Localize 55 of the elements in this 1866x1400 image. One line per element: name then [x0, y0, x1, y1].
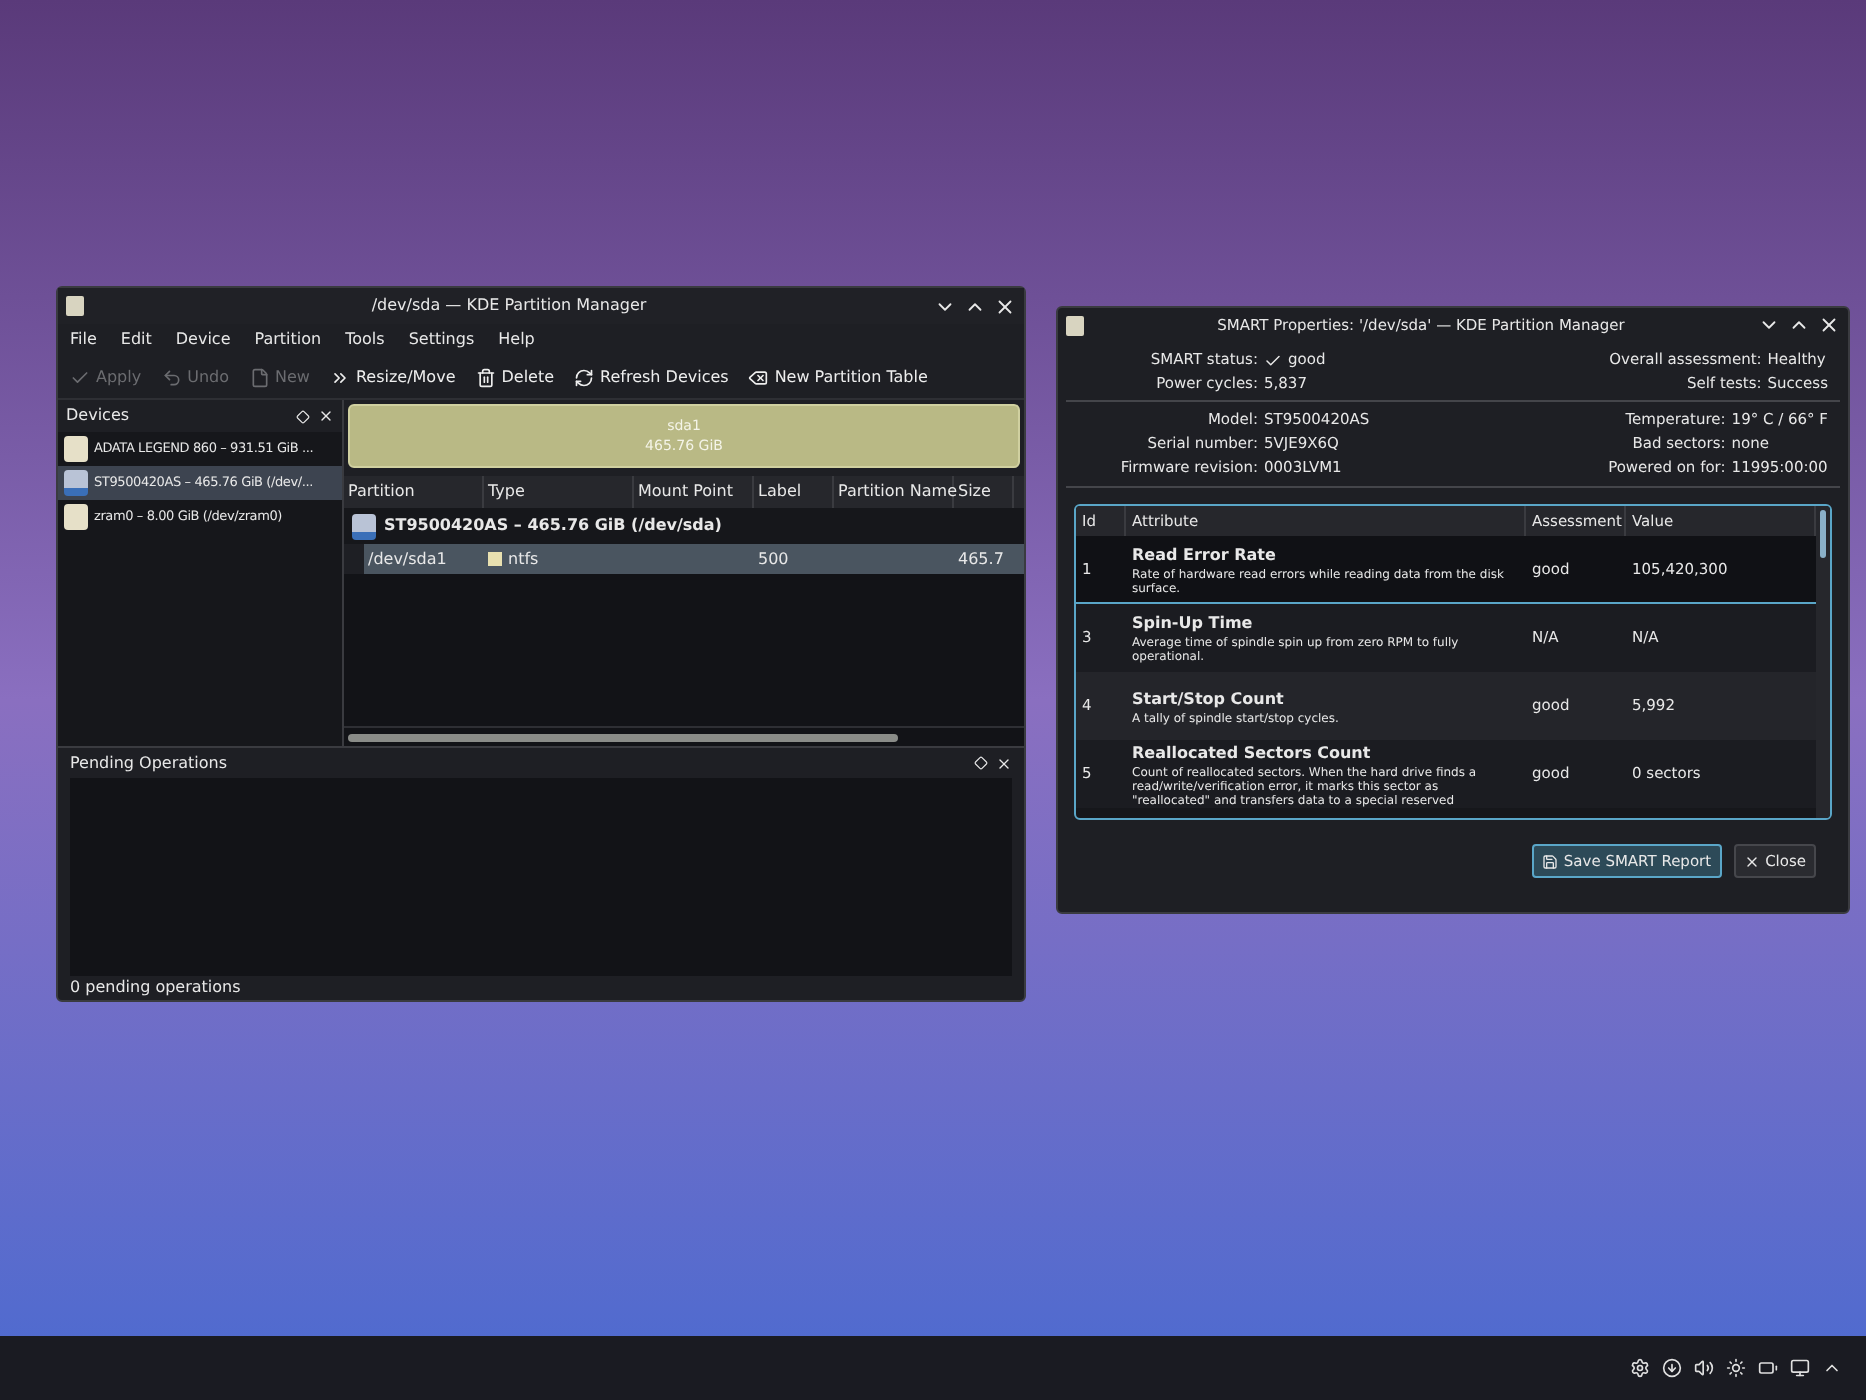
menu-item[interactable]: Settings [408, 328, 475, 352]
attribute-name: Read Error Rate [1132, 543, 1278, 567]
window-title: /dev/sda — KDE Partition Manager [369, 294, 649, 318]
settings-icon[interactable] [1630, 1358, 1650, 1378]
undo-icon [161, 367, 182, 387]
check-icon [1264, 351, 1282, 369]
menu-item[interactable]: Tools [345, 328, 385, 352]
download-icon[interactable] [1662, 1358, 1682, 1378]
display-icon[interactable] [1790, 1358, 1810, 1378]
app-icon [66, 296, 84, 316]
usb-drive-icon [352, 513, 376, 539]
trash-icon [475, 367, 496, 387]
partition-row[interactable]: /dev/sda1 ntfs 500 465.7 [364, 544, 1024, 574]
battery-icon[interactable] [1758, 1358, 1778, 1378]
table-cell-text: /dev/sda1 [366, 547, 449, 571]
toolbar-button[interactable]: Resize/Move [329, 365, 456, 389]
volume-icon[interactable] [1694, 1358, 1714, 1378]
attribute-name: Start/Stop Count [1132, 687, 1286, 711]
panel-title: Devices [66, 404, 132, 428]
refresh-icon [574, 367, 595, 387]
attribute-name: Spin-Up Time [1132, 612, 1255, 636]
table-cell-text: 500 [756, 547, 791, 571]
table-cell: ntfs [508, 547, 539, 571]
document-icon [249, 367, 269, 387]
toolbar-button[interactable]: Delete [475, 365, 555, 389]
float-icon[interactable] [296, 409, 310, 423]
toolbar-button[interactable]: Refresh Devices [574, 365, 729, 389]
close-icon [1743, 853, 1760, 869]
usb-drive-icon [64, 470, 88, 496]
scrollbar-thumb[interactable] [1820, 510, 1826, 558]
disk-row-label: ST9500420AS – 465.76 GiB (/dev/sda) [384, 514, 722, 538]
menu-item[interactable]: Partition [254, 328, 322, 352]
save-icon [1541, 853, 1558, 869]
close-icon[interactable] [1818, 314, 1840, 336]
brightness-icon[interactable] [1726, 1358, 1746, 1378]
app-icon [1066, 315, 1084, 335]
toolbar-button[interactable]: New Partition Table [748, 365, 928, 389]
float-icon[interactable] [974, 756, 988, 770]
erase-icon [748, 367, 769, 387]
panel-title: Pending Operations [70, 751, 230, 775]
table-cell-text: 465.7 [956, 547, 1006, 571]
close-icon[interactable] [994, 295, 1016, 317]
scrollbar-thumb[interactable] [348, 733, 898, 741]
check-icon [70, 367, 90, 387]
close-icon[interactable] [318, 408, 334, 424]
double-chevron-icon [329, 367, 350, 387]
menu-item[interactable]: File [70, 328, 97, 352]
attribute-name: Reallocated Sectors Count [1132, 741, 1373, 765]
status-text: 0 pending operations [68, 976, 243, 1000]
filesystem-swatch-icon [488, 552, 502, 566]
menu-item[interactable]: Device [175, 328, 231, 352]
menu-item[interactable]: Help [498, 328, 535, 352]
close-icon[interactable] [996, 755, 1012, 771]
menu-item[interactable]: Edit [120, 328, 152, 352]
attribute-row[interactable] [1076, 740, 1816, 808]
